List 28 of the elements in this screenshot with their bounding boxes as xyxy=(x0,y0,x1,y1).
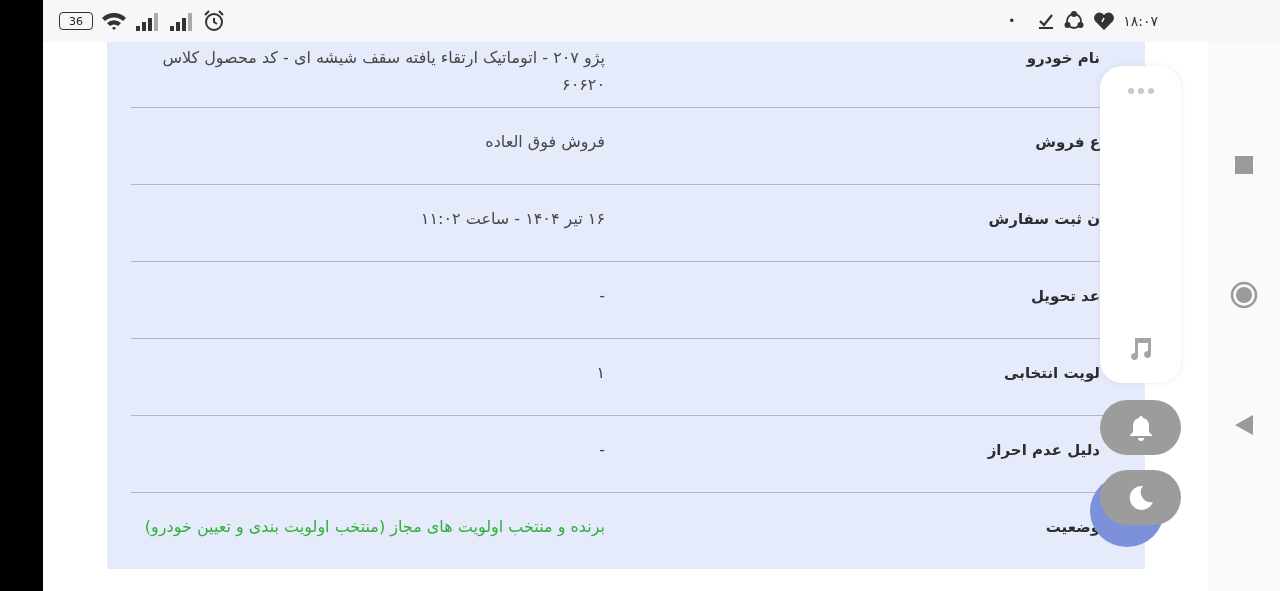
field-label: ع فروش xyxy=(1034,132,1100,153)
field-label: ن ثبت سفارش xyxy=(987,209,1100,230)
share-icon xyxy=(1063,10,1086,32)
back-icon[interactable] xyxy=(1234,414,1254,436)
field-value: ۱۶ تیر ۱۴۰۴ - ساعت ۱۱:۰۲ xyxy=(419,208,605,231)
field-value: پژو ۲۰۷ - اتوماتیک ارتقاء یافته سقف شیشه ای - کد محصول کلاس ۶۰۶۲۰ xyxy=(161,47,605,96)
field-value: فروش فوق العاده xyxy=(484,131,605,154)
wifi-icon xyxy=(101,11,127,31)
field-value: ۱ xyxy=(595,362,605,384)
field-label: عد تحویل xyxy=(1030,286,1100,307)
recents-icon[interactable] xyxy=(1234,155,1254,175)
clock-time: ۱۸:۰۷ xyxy=(1123,13,1158,29)
download-done-icon xyxy=(1037,12,1056,30)
notification-dot: • xyxy=(1008,14,1016,28)
field-value: - xyxy=(598,439,605,461)
field-value: برنده و منتخب اولویت های مجاز (منتخب اولویت بندی و تعیین خودرو) xyxy=(143,516,605,539)
alarm-icon xyxy=(203,10,225,32)
field-label: دلیل عدم احراز xyxy=(986,440,1100,461)
field-value: - xyxy=(598,285,605,307)
battery-icon: 36 xyxy=(59,12,93,30)
signal-icon xyxy=(135,11,161,31)
field-label: نام خودرو xyxy=(1025,48,1100,69)
signal-icon xyxy=(169,11,195,31)
bell-icon xyxy=(1127,413,1154,442)
heart-icon xyxy=(1093,11,1116,31)
home-icon[interactable] xyxy=(1230,280,1258,309)
more-icon[interactable] xyxy=(1126,87,1155,95)
field-label: لویت انتخابی xyxy=(1003,363,1100,384)
